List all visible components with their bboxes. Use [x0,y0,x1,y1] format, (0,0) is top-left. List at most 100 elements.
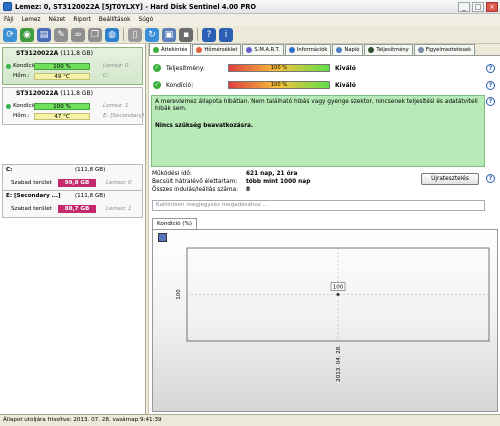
link-icon[interactable]: ∞ [71,27,85,42]
disk-item[interactable]: ST3120022A (111,8 GB) Kondíció: 100 % Le… [2,47,143,85]
close-button[interactable]: × [486,1,498,12]
uptime-row: Működési idő: 621 nap, 21 óra [152,171,297,177]
temp-label: Hőm.: [13,113,30,119]
menu-bar: Fájl Lemez Nézet Riport Beállítások Súgó [0,14,500,26]
disk-condition-row: Kondíció: 100 % Lemez: 0 [6,63,143,71]
status-bar: Állapot utoljára frissítve: 2013. 07. 28… [0,414,500,426]
floppy-icon[interactable]: ▪ [179,27,193,42]
volume-size: (111,8 GB) [75,193,106,199]
tab-condition-chart[interactable]: Kondíció (%) [152,218,197,229]
free-space-label: Szabad terület [11,180,52,186]
device2-icon[interactable]: ▣ [162,27,176,42]
comment-field[interactable]: Kattintson megjegyzés megadásához ... [152,200,485,211]
chart-icon [246,47,253,53]
free-space-value: 99,8 GB [58,179,96,187]
disk-label: Lemez: 0 [103,63,129,69]
minimize-button[interactable]: _ [458,1,470,12]
drive-letter: E: [Secondary] [103,113,145,119]
lifetime-value: több mint 1000 nap [246,179,311,185]
volume-item[interactable]: C: (111,8 GB) Szabad terület 99,8 GB Lem… [2,164,143,192]
help-icon[interactable]: ? [486,174,495,183]
disk-item[interactable]: ST3120022A (111,8 GB) Kondíció: 100 % Le… [2,87,145,125]
menu-help[interactable]: Súgó [139,17,154,23]
data-label: 100 [333,285,344,291]
disk-name: ST3120022A (111,8 GB) [16,90,93,97]
volume-name: C: [6,167,13,173]
disk-condition-row: Kondíció: 100 % Lemez: 1 [6,103,143,111]
tab-log[interactable]: Napló [332,44,364,55]
lifetime-label: Becsült hátralévő élettartam: [152,179,238,185]
free-space-value: 88,7 GB [58,205,96,213]
temp-value: 49 °C [34,73,90,80]
tab-label: Napló [344,47,360,53]
help-icon[interactable]: ? [486,81,495,90]
free-space-label: Szabad terület [11,206,52,212]
drive-letter: C: [103,73,109,79]
menu-settings[interactable]: Beállítások [99,17,131,23]
status-message-box: A merevlemez állapota hibátlan. Nem talá… [151,95,485,167]
help-icon[interactable]: ? [486,64,495,73]
world-icon[interactable]: ◍ [105,27,119,42]
help-icon[interactable]: ? [202,27,216,42]
info-icon[interactable]: i [219,27,233,42]
menu-report[interactable]: Riport [73,17,91,23]
retest-button[interactable]: Újratesztelés [421,173,479,185]
disk-temp-row: Hőm.: 49 °C C: [7,73,143,81]
toolbar-separator [197,28,198,41]
ok-icon [6,104,11,109]
title-bar: Lemez: 0, ST3120022A [5JT0YLXY] - Hard D… [0,0,500,14]
tab-temperature[interactable]: Hőmérséklet [192,44,242,55]
refresh2-icon[interactable]: ↻ [145,27,159,42]
tab-performance[interactable]: Teljesítmény [364,44,413,55]
disk-label: Lemez: 0 [106,180,132,186]
log-icon [336,47,343,53]
disk-temp-row: Hőm.: 47 °C E: [Secondary] [7,113,145,121]
tab-label: S.M.A.R.T. [254,47,280,53]
disk-label: Lemez: 1 [106,206,132,212]
health-bar: 100 % [228,81,330,89]
report-icon[interactable]: ▤ [37,27,51,42]
maximize-button[interactable]: □ [472,1,484,12]
device-icon[interactable]: ▯ [128,27,142,42]
tab-overview[interactable]: Áttekintés [149,43,192,55]
tab-alerts[interactable]: Figyelmeztetések [413,44,476,55]
menu-view[interactable]: Nézet [49,17,66,23]
uptime-label: Működési idő: [152,171,192,177]
toolbar: ⟳ ◉ ▤ ✎ ∞ ❐ ◍ ▯ ↻ ▣ ▪ ? i [0,26,500,44]
copy-icon[interactable]: ❐ [88,27,102,42]
starts-value: 8 [246,187,251,193]
performance-state: Kiváló [335,65,356,72]
ok-icon [6,64,11,69]
starts-label: Összes indulás/leállás száma: [152,187,238,193]
disk-list-panel: ST3120022A (111,8 GB) Kondíció: 100 % Le… [0,44,146,414]
info-icon [288,47,295,53]
disk-label: Lemez: 1 [103,103,129,109]
tab-label: Teljesítmény [376,47,409,53]
starts-row: Összes indulás/leállás száma: 8 [152,187,250,193]
globe-icon[interactable]: ◉ [20,27,34,42]
status-message: A merevlemez állapota hibátlan. Nem talá… [155,99,478,112]
health-label: Kondíció: [166,82,194,89]
menu-disk[interactable]: Lemez [22,17,41,23]
tab-label: Hőmérséklet [204,47,238,53]
tab-bar: Áttekintés Hőmérséklet S.M.A.R.T. Inform… [149,43,500,56]
volume-item[interactable]: E: [Secondary ...] (111,8 GB) Szabad ter… [2,190,143,218]
tab-information[interactable]: Információk [284,44,332,55]
volume-size: (111,8 GB) [75,167,106,173]
tab-smart[interactable]: S.M.A.R.T. [242,44,284,55]
tab-label: Információk [296,47,328,53]
dropper-icon[interactable]: ✎ [54,27,68,42]
gauge-icon [368,47,375,53]
help-icon[interactable]: ? [486,97,495,106]
tab-label: Figyelmeztetések [425,47,472,53]
disk-name: ST3120022A (111,8 GB) [16,50,93,57]
performance-label: Teljesítmény: [166,65,205,72]
refresh-icon[interactable]: ⟳ [3,27,17,42]
y-tick-label: 100 [176,289,182,300]
action-message: Nincs szükség beavatkozásra. [155,123,254,129]
toolbar-separator [123,28,124,41]
thermometer-icon [196,47,203,53]
menu-file[interactable]: Fájl [4,17,14,23]
uptime-value: 621 nap, 21 óra [246,171,298,177]
alert-icon [417,47,424,53]
